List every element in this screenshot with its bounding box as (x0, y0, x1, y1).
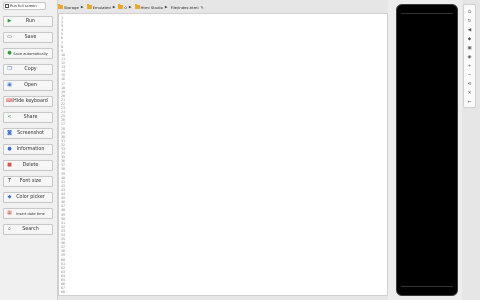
line-number: 68 (61, 290, 66, 295)
eraser-icon[interactable]: ◆ (464, 35, 475, 43)
screenshot-icon[interactable]: ▣ (464, 44, 475, 52)
location-icon[interactable]: ◉ (464, 53, 475, 61)
sidebar-button-label: Insert date time (16, 211, 45, 216)
breadcrumb-item[interactable]: Storage ▶ (58, 4, 85, 10)
breadcrumb-item[interactable]: File/index.html ✎ (171, 5, 204, 10)
sidebar-button-label: Share (23, 115, 38, 120)
run-button[interactable]: ▶ Run (3, 16, 53, 27)
sidebar-button-label: Information (16, 147, 45, 152)
share-button[interactable]: < Share (3, 112, 53, 123)
sidebar-button-label: Save automatically (13, 51, 48, 56)
breadcrumb-label: Storage (64, 4, 79, 10)
breadcrumb-separator-icon: ▶ (128, 5, 132, 9)
rotate-icon[interactable]: ⟲ (464, 80, 475, 88)
folder-icon (86, 4, 92, 9)
copy-button[interactable]: ❐ Copy (3, 64, 53, 75)
preview-area (388, 0, 462, 300)
color-picker-button[interactable]: ◆ Color picker (3, 192, 53, 203)
sidebar-button-label: Color picker (16, 195, 45, 200)
power-icon[interactable]: ⏻ (464, 8, 475, 16)
volume-up-icon[interactable]: ◀ (464, 26, 475, 34)
breadcrumb-label: File/index.html (170, 4, 199, 10)
insert-date-time-button[interactable]: ▦ Insert date time (3, 208, 53, 219)
search-button[interactable]: ⌕ Search (3, 224, 53, 235)
back-icon[interactable]: ← (464, 98, 475, 106)
screenshot-button[interactable]: ◙ Screenshot (3, 128, 53, 139)
sidebar: Run full screen ▶ Run ▭ Save ● Save automatic… (0, 0, 58, 300)
breadcrumb-separator-icon: ▶ (80, 5, 84, 9)
sidebar-button-label: Screenshot (17, 131, 44, 136)
sidebar-button-label: Hide keyboard (13, 99, 48, 104)
emulator-toolbar: ⏻ ↻ ◀ ◆ ▣ ◉ + − ⟲ ✕ ← (463, 4, 476, 108)
save-button[interactable]: ▭ Save (3, 32, 53, 43)
edit-filename-icon[interactable]: ✎ (201, 5, 204, 10)
breadcrumb-item[interactable]: 0 ▶ (118, 4, 132, 10)
breadcrumb-item[interactable]: Emulated ▶ (86, 4, 117, 10)
hide-keyboard-button[interactable]: ⌨ Hide keyboard (3, 96, 53, 107)
folder-icon (134, 4, 140, 9)
breadcrumb-label: 0 (124, 4, 127, 10)
open-button[interactable]: ▣ Open (3, 80, 53, 91)
font-size-button[interactable]: T Font size (3, 176, 53, 187)
zoom-out-icon[interactable]: − (464, 71, 475, 79)
sidebar-button-label: Run (25, 19, 36, 24)
save-automatically-button[interactable]: ● Save automatically (3, 48, 53, 59)
breadcrumb: Storage ▶ Emulated ▶ 0 ▶ Html Studio ▶ File/inde… (58, 3, 388, 11)
breadcrumb-separator-icon: ▶ (164, 5, 168, 9)
sidebar-button-label: Save (24, 35, 37, 40)
fullscreen-icon (5, 4, 9, 8)
sidebar-button-label: Copy (24, 67, 37, 72)
breadcrumb-item[interactable]: Html Studio ▶ (134, 4, 169, 10)
line-number-gutter: 1 2 3 4 5 6 7 8 9 10 11 12 13 14 15 16 17 18 19 20 21 22 23 24 2… (61, 16, 71, 294)
breadcrumb-separator-icon: ▶ (112, 5, 116, 9)
folder-icon (58, 4, 63, 9)
refresh-icon[interactable]: ↻ (464, 17, 475, 25)
sidebar-button-label: Search (22, 227, 39, 232)
delete-button[interactable]: ■ Delete (3, 160, 53, 171)
breadcrumb-label: Html Studio (140, 4, 163, 10)
code-editor[interactable]: 1 2 3 4 5 6 7 8 9 10 11 12 13 14 15 16 17 18 19 20 21 22 23 24 2… (58, 13, 388, 296)
folder-icon (118, 4, 124, 9)
close-icon[interactable]: ✕ (464, 89, 475, 97)
run-full-screen-label: Run full screen (10, 4, 37, 8)
phone-preview-screen[interactable] (396, 4, 458, 296)
information-button[interactable]: ● Information (3, 144, 53, 155)
zoom-in-icon[interactable]: + (464, 62, 475, 70)
breadcrumb-label: Emulated (92, 4, 111, 10)
sidebar-button-label: Font size (19, 179, 42, 184)
run-full-screen-button[interactable]: Run full screen (3, 2, 46, 10)
sidebar-button-label: Open (24, 83, 37, 88)
sidebar-button-label: Delete (22, 163, 39, 168)
